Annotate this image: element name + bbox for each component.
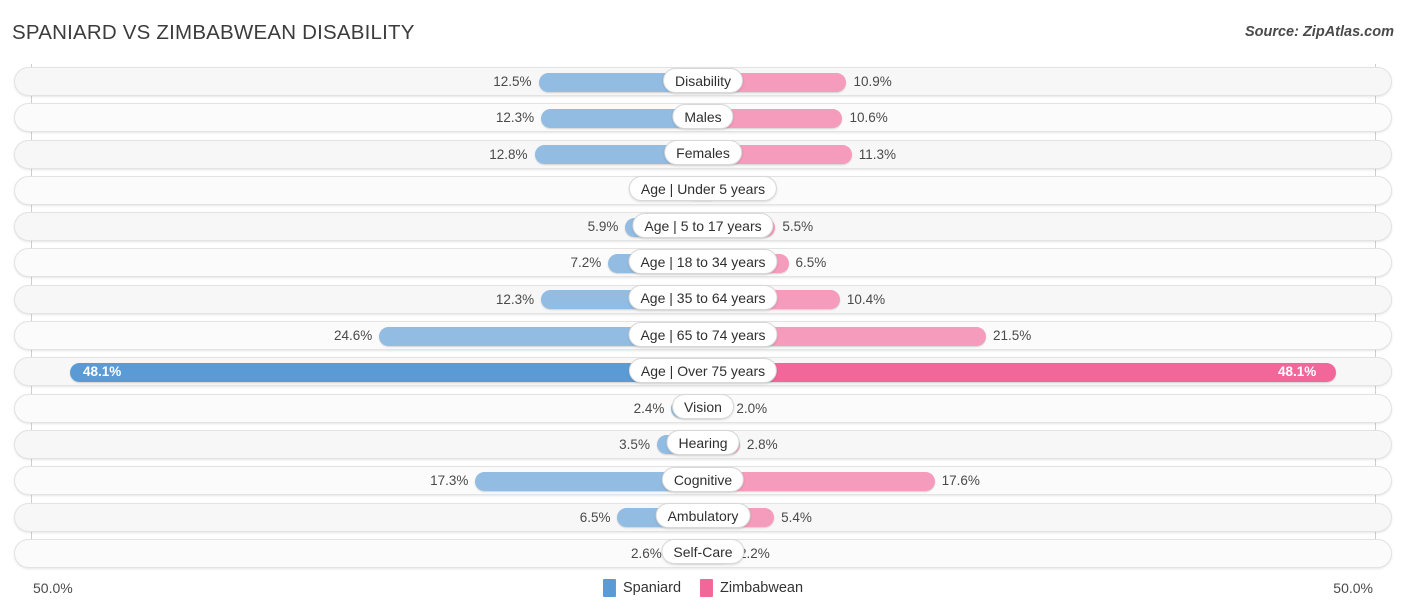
page-title: SPANIARD VS ZIMBABWEAN DISABILITY bbox=[12, 21, 415, 45]
value-label-spaniard: 12.3% bbox=[496, 108, 534, 128]
plot-area: 12.5% 10.9% Disability 12.3% 10.6% Males 12.8%… bbox=[0, 64, 1406, 572]
value-label-spaniard: 5.9% bbox=[588, 217, 619, 237]
legend-item[interactable]: Spaniard bbox=[603, 579, 681, 597]
bar-zimbabwean bbox=[703, 363, 1336, 382]
legend-item[interactable]: Zimbabwean bbox=[700, 579, 803, 597]
value-label-zimbabwean: 6.5% bbox=[796, 253, 827, 273]
value-label-spaniard: 2.4% bbox=[634, 399, 665, 419]
chart-legend: Spaniard Zimbabwean bbox=[603, 579, 803, 597]
category-label: Self-Care bbox=[661, 539, 744, 564]
axis-tick-right: 50.0% bbox=[1333, 580, 1373, 596]
value-label-zimbabwean: 10.9% bbox=[853, 72, 891, 92]
value-label-zimbabwean: 5.4% bbox=[781, 508, 812, 528]
category-label: Age | 18 to 34 years bbox=[628, 249, 777, 274]
bar-row: 3.5% 2.8% Hearing bbox=[0, 427, 1406, 463]
value-label-zimbabwean: 2.0% bbox=[736, 399, 767, 419]
axis-tick-left: 50.0% bbox=[33, 580, 73, 596]
value-label-spaniard: 7.2% bbox=[570, 253, 601, 273]
bar-row: 12.5% 10.9% Disability bbox=[0, 64, 1406, 100]
category-label: Hearing bbox=[666, 430, 739, 455]
bar-row: 24.6% 21.5% Age | 65 to 74 years bbox=[0, 318, 1406, 354]
value-label-spaniard: 2.6% bbox=[631, 544, 662, 564]
bar-row: 17.3% 17.6% Cognitive bbox=[0, 463, 1406, 499]
source-attribution: Source: ZipAtlas.com bbox=[1245, 24, 1394, 40]
value-label-zimbabwean: 10.6% bbox=[849, 108, 887, 128]
bar-row: 12.3% 10.6% Males bbox=[0, 100, 1406, 136]
value-label-zimbabwean: 5.5% bbox=[782, 217, 813, 237]
category-label: Vision bbox=[672, 394, 734, 419]
bar-row: 48.1% 48.1% Age | Over 75 years bbox=[0, 354, 1406, 390]
bar-row: 7.2% 6.5% Age | 18 to 34 years bbox=[0, 245, 1406, 281]
value-label-spaniard: 12.3% bbox=[496, 290, 534, 310]
value-label-spaniard: 12.5% bbox=[493, 72, 531, 92]
category-label: Ambulatory bbox=[656, 503, 751, 528]
legend-swatch-icon bbox=[700, 579, 713, 597]
value-label-spaniard: 12.8% bbox=[489, 145, 527, 165]
category-label: Males bbox=[672, 104, 733, 129]
bar-row: 12.8% 11.3% Females bbox=[0, 137, 1406, 173]
value-label-zimbabwean: 10.4% bbox=[847, 290, 885, 310]
value-label-spaniard: 17.3% bbox=[430, 471, 468, 491]
legend-label: Zimbabwean bbox=[720, 580, 803, 596]
value-label-spaniard: 6.5% bbox=[580, 508, 611, 528]
chart-footer: 50.0% 50.0% Spaniard Zimbabwean bbox=[0, 572, 1406, 612]
value-label-spaniard: 24.6% bbox=[334, 326, 372, 346]
bar-rows-container: 12.5% 10.9% Disability 12.3% 10.6% Males 12.8%… bbox=[0, 64, 1406, 572]
bar-row: 5.9% 5.5% Age | 5 to 17 years bbox=[0, 209, 1406, 245]
value-label-zimbabwean: 17.6% bbox=[942, 471, 980, 491]
bar-row: 6.5% 5.4% Ambulatory bbox=[0, 500, 1406, 536]
category-label: Age | 35 to 64 years bbox=[628, 285, 777, 310]
chart-page: SPANIARD VS ZIMBABWEAN DISABILITY Source… bbox=[0, 0, 1406, 612]
legend-swatch-icon bbox=[603, 579, 616, 597]
value-label-zimbabwean: 48.1% bbox=[1278, 362, 1316, 382]
bar-spaniard bbox=[70, 363, 703, 382]
value-label-zimbabwean: 21.5% bbox=[993, 326, 1031, 346]
bar-row: 12.3% 10.4% Age | 35 to 64 years bbox=[0, 282, 1406, 318]
category-label: Age | 65 to 74 years bbox=[628, 322, 777, 347]
chart-header: SPANIARD VS ZIMBABWEAN DISABILITY Source… bbox=[0, 0, 1406, 62]
bar-row: 2.4% 2.0%Vision bbox=[0, 391, 1406, 427]
legend-label: Spaniard bbox=[623, 580, 681, 596]
category-label: Disability bbox=[663, 68, 743, 93]
category-label: Cognitive bbox=[662, 467, 744, 492]
bar-row: 1.4%1.2%Age | Under 5 years bbox=[0, 173, 1406, 209]
value-label-spaniard: 48.1% bbox=[83, 362, 121, 382]
category-label: Females bbox=[664, 140, 742, 165]
value-label-zimbabwean: 11.3% bbox=[859, 145, 896, 165]
value-label-spaniard: 3.5% bbox=[619, 435, 650, 455]
category-label: Age | Over 75 years bbox=[629, 358, 777, 383]
value-label-zimbabwean: 2.8% bbox=[747, 435, 778, 455]
category-label: Age | Under 5 years bbox=[629, 176, 777, 201]
bar-row: 2.6%2.2%Self-Care bbox=[0, 536, 1406, 572]
category-label: Age | 5 to 17 years bbox=[632, 213, 773, 238]
